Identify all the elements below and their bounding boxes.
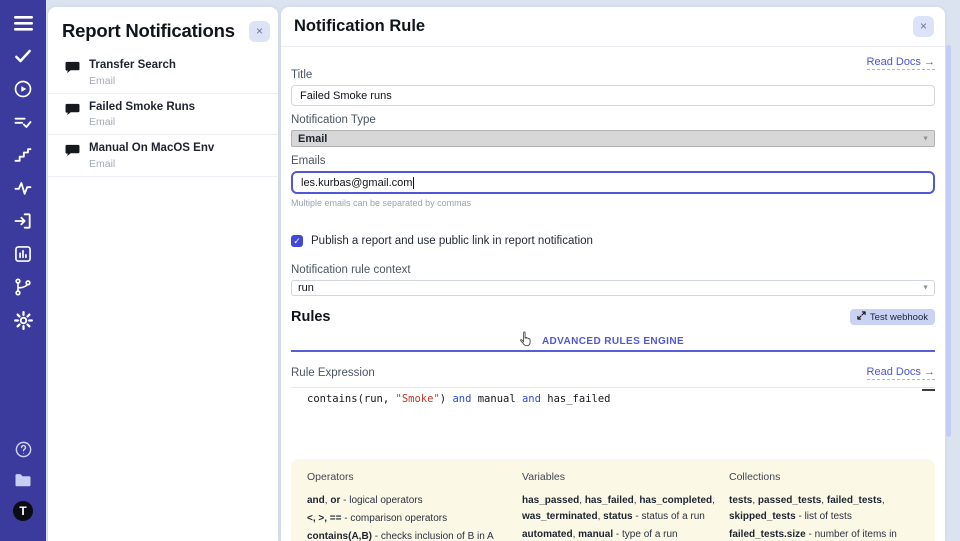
help-entry: automated, manual - type of a run xyxy=(522,527,715,541)
panel-title: Report Notifications xyxy=(62,20,235,42)
logo-t[interactable]: T xyxy=(12,500,34,522)
tab-advanced-rules-engine[interactable]: ADVANCED RULES ENGINE xyxy=(542,336,684,347)
chevron-down-icon: ▼ xyxy=(922,284,929,291)
rule-context-select[interactable]: run ▼ xyxy=(291,280,935,296)
comment-bubble-icon xyxy=(65,103,80,121)
publish-report-checkbox-row[interactable]: ✓ Publish a report and use public link i… xyxy=(291,235,935,247)
check-icon[interactable] xyxy=(12,45,34,67)
app-background: T Report Notifications × Transfer Search… xyxy=(0,0,960,541)
emails-helper-text: Multiple emails can be separated by comm… xyxy=(291,198,935,208)
notification-type: Email xyxy=(89,116,195,128)
folder-icon[interactable] xyxy=(12,469,34,491)
emails-value: les.kurbas@gmail.com xyxy=(301,177,412,189)
close-icon[interactable]: × xyxy=(913,16,934,37)
list-check-icon[interactable] xyxy=(12,111,34,133)
notification-type: Email xyxy=(89,158,214,170)
list-item[interactable]: Transfer Search Email xyxy=(48,52,278,94)
play-circle-icon[interactable] xyxy=(12,78,34,100)
help-entry: <, >, == - comparison operators xyxy=(307,511,508,527)
expression-help-box: Operators and, or - logical operators <, … xyxy=(291,459,935,541)
help-column-variables: Variables has_passed, has_failed, has_co… xyxy=(522,471,715,541)
branch-icon[interactable] xyxy=(12,276,34,298)
help-icon[interactable] xyxy=(12,438,34,460)
help-column-operators: Operators and, or - logical operators <, … xyxy=(307,471,508,541)
page-title: Notification Rule xyxy=(294,17,425,36)
text-caret xyxy=(413,177,414,189)
list-item[interactable]: Manual On MacOS Env Email xyxy=(48,135,278,177)
comment-bubble-icon xyxy=(65,61,80,79)
notification-type: Email xyxy=(89,75,176,87)
help-entry: tests, passed_tests, failed_tests, skipp… xyxy=(729,493,919,525)
publish-report-label: Publish a report and use public link in … xyxy=(311,235,593,247)
emails-input[interactable]: les.kurbas@gmail.com xyxy=(291,171,935,194)
help-entry: failed_tests.size - number of items in c… xyxy=(729,527,919,541)
rule-context-label: Notification rule context xyxy=(291,264,935,276)
notification-type-select[interactable]: Email ▼ xyxy=(291,130,935,147)
chart-box-icon[interactable] xyxy=(12,243,34,265)
help-column-title: Variables xyxy=(522,471,715,483)
webhook-arrows-icon xyxy=(857,311,866,323)
mouse-pointer-cursor xyxy=(519,331,532,352)
read-docs-link[interactable]: Read Docs → xyxy=(867,56,935,70)
sidebar: T xyxy=(0,0,46,541)
notification-title: Transfer Search xyxy=(89,58,176,74)
read-docs-link[interactable]: Read Docs → xyxy=(867,366,935,380)
notification-title: Manual On MacOS Env xyxy=(89,141,214,157)
test-webhook-label: Test webhook xyxy=(870,312,928,323)
comment-bubble-icon xyxy=(65,144,80,162)
help-entry: has_passed, has_failed, has_completed, w… xyxy=(522,493,715,525)
chevron-down-icon: ▼ xyxy=(922,135,929,142)
title-field-label: Title xyxy=(291,69,935,81)
notification-rule-panel: Notification Rule × Read Docs → Title No… xyxy=(281,7,945,541)
checkbox-checked-icon[interactable]: ✓ xyxy=(291,235,303,247)
notification-list: Transfer Search Email Failed Smoke Runs … xyxy=(48,52,278,177)
menu-icon[interactable] xyxy=(12,12,34,34)
selected-notification-type: Email xyxy=(298,133,327,145)
list-item[interactable]: Failed Smoke Runs Email xyxy=(48,94,278,136)
import-icon[interactable] xyxy=(12,210,34,232)
steps-icon[interactable] xyxy=(12,144,34,166)
vertical-scrollbar-thumb[interactable] xyxy=(946,45,951,437)
help-entry: contains(A,B) - checks inclusion of B in… xyxy=(307,529,508,541)
report-notifications-panel: Report Notifications × Transfer Search E… xyxy=(48,7,278,541)
test-webhook-button[interactable]: Test webhook xyxy=(850,309,935,325)
notification-type-label: Notification Type xyxy=(291,114,935,126)
help-entry: and, or - logical operators xyxy=(307,493,508,509)
editor-scrollbar-dash[interactable] xyxy=(922,389,935,391)
close-icon[interactable]: × xyxy=(249,21,270,42)
emails-field-label: Emails xyxy=(291,155,935,167)
rule-expression-editor[interactable]: contains(run, "Smoke") and manual and ha… xyxy=(291,387,935,414)
rule-expression-label: Rule Expression xyxy=(291,367,375,379)
help-column-title: Operators xyxy=(307,471,508,483)
rules-heading: Rules xyxy=(291,309,331,325)
gear-icon[interactable] xyxy=(12,309,34,331)
help-column-title: Collections xyxy=(729,471,919,483)
help-column-collections: Collections tests, passed_tests, failed_… xyxy=(729,471,919,541)
notification-title: Failed Smoke Runs xyxy=(89,100,195,116)
title-input[interactable] xyxy=(291,85,935,106)
rule-expression-code[interactable]: contains(run, "Smoke") and manual and ha… xyxy=(307,393,921,405)
pulse-icon[interactable] xyxy=(12,177,34,199)
selected-rule-context: run xyxy=(298,282,314,294)
